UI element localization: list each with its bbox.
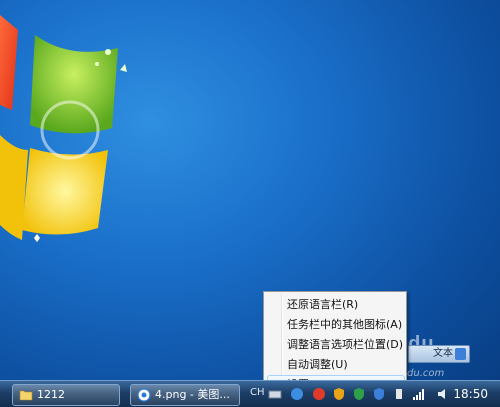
usb-device-icon[interactable] [392, 387, 406, 401]
language-bar-label: 文本 [433, 348, 453, 359]
menu-item-auto-adjust[interactable]: 自动调整(U) [267, 355, 405, 374]
shield-icon[interactable] [352, 387, 366, 401]
image-viewer-icon [137, 388, 151, 402]
folder-icon [19, 390, 33, 401]
network-signal-icon[interactable] [412, 387, 426, 401]
menu-item-other-taskbar-icons[interactable]: 任务栏中的其他图标(A) [267, 315, 405, 334]
taskbar-item-label: 1212 [37, 388, 65, 401]
help-icon[interactable] [290, 387, 304, 401]
system-tray: CH 18:50 [246, 381, 500, 407]
antivirus-icon[interactable] [312, 387, 326, 401]
language-bar-button[interactable]: 文本 [408, 345, 470, 363]
menu-item-restore-language-bar[interactable]: 还原语言栏(R) [267, 295, 405, 314]
taskbar-item-folder[interactable]: 1212 [12, 384, 120, 406]
taskbar-item-image-viewer[interactable]: 4.png - 美图... [130, 384, 240, 406]
language-bar-icon [455, 348, 466, 360]
taskbar-item-label: 4.png - 美图... [155, 388, 230, 401]
shield-blue-icon[interactable] [372, 387, 386, 401]
ime-indicator[interactable]: CH [250, 387, 265, 398]
taskbar: 1212 4.png - 美图... CH 18:50 [0, 380, 500, 407]
volume-icon[interactable] [436, 387, 450, 401]
keyboard-icon[interactable] [268, 387, 282, 401]
security-icon[interactable] [332, 387, 346, 401]
desktop-background: Baidu 经验 jingyan.baidu.com 文本 [0, 0, 500, 380]
windows-logo-wallpaper [0, 15, 127, 242]
clock[interactable]: 18:50 [453, 387, 488, 401]
menu-item-adjust-language-bar-position[interactable]: 调整语言选项栏位置(D) [267, 335, 405, 354]
